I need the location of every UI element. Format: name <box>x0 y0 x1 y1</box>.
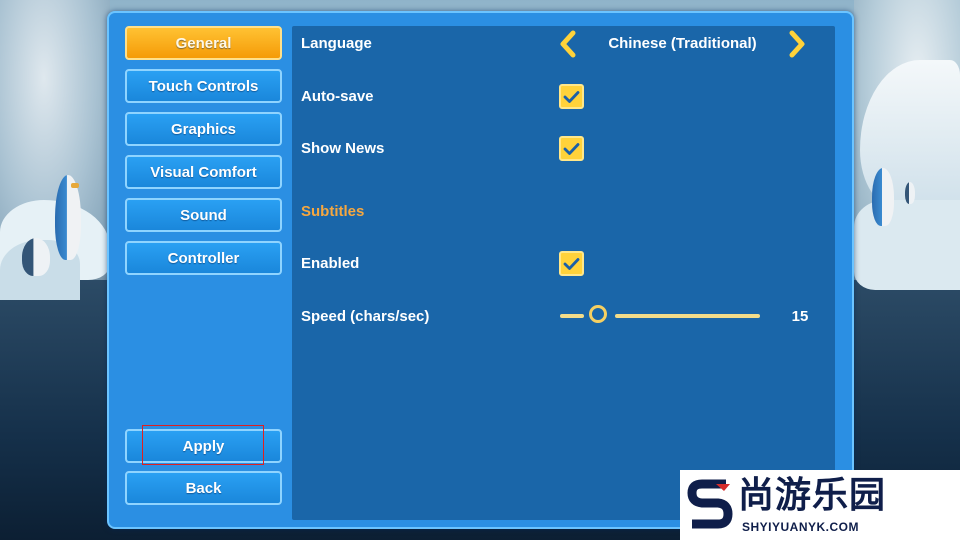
autosave-label: Auto-save <box>301 88 374 105</box>
nav-tab-visual-comfort[interactable]: Visual Comfort <box>125 155 282 189</box>
speed-value: 15 <box>791 308 809 325</box>
slider-thumb[interactable] <box>589 305 607 323</box>
checkmark-icon <box>563 257 580 270</box>
language-value: Chinese (Traditional) <box>608 35 757 52</box>
show-news-label: Show News <box>301 140 385 157</box>
chevron-right-icon[interactable] <box>786 30 808 58</box>
nav-tab-sound[interactable]: Sound <box>125 198 282 232</box>
back-button[interactable]: Back <box>125 471 282 505</box>
watermark-banner: 尚游乐园 SHYIYUANYK.COM <box>680 470 960 540</box>
ice-floe-right <box>854 200 960 290</box>
subtitle-speed-label: Speed (chars/sec) <box>301 308 430 325</box>
subtitles-section-header: Subtitles <box>301 203 365 220</box>
subtitles-enabled-label: Enabled <box>301 255 360 272</box>
subtitles-enabled-checkbox[interactable] <box>559 251 584 276</box>
watermark-url: SHYIYUANYK.COM <box>742 520 860 534</box>
watermark-logo-icon <box>687 479 733 529</box>
penguin-chick <box>22 238 50 276</box>
checkmark-icon <box>563 142 580 155</box>
nav-tab-controller[interactable]: Controller <box>125 241 282 275</box>
checkmark-icon <box>563 90 580 103</box>
slider-track[interactable] <box>615 314 760 318</box>
nav-tab-touch-controls[interactable]: Touch Controls <box>125 69 282 103</box>
show-news-checkbox[interactable] <box>559 136 584 161</box>
penguin-character-right <box>872 168 894 226</box>
autosave-checkbox[interactable] <box>559 84 584 109</box>
chevron-left-icon[interactable] <box>557 30 579 58</box>
penguin-character <box>55 175 81 260</box>
slider-track-filled[interactable] <box>560 314 584 318</box>
language-label: Language <box>301 35 372 52</box>
nav-tab-graphics[interactable]: Graphics <box>125 112 282 146</box>
nav-tab-general[interactable]: General <box>125 26 282 60</box>
watermark-title: 尚游乐园 <box>738 475 887 516</box>
penguin-distant <box>905 182 915 204</box>
apply-button[interactable]: Apply <box>125 429 282 463</box>
